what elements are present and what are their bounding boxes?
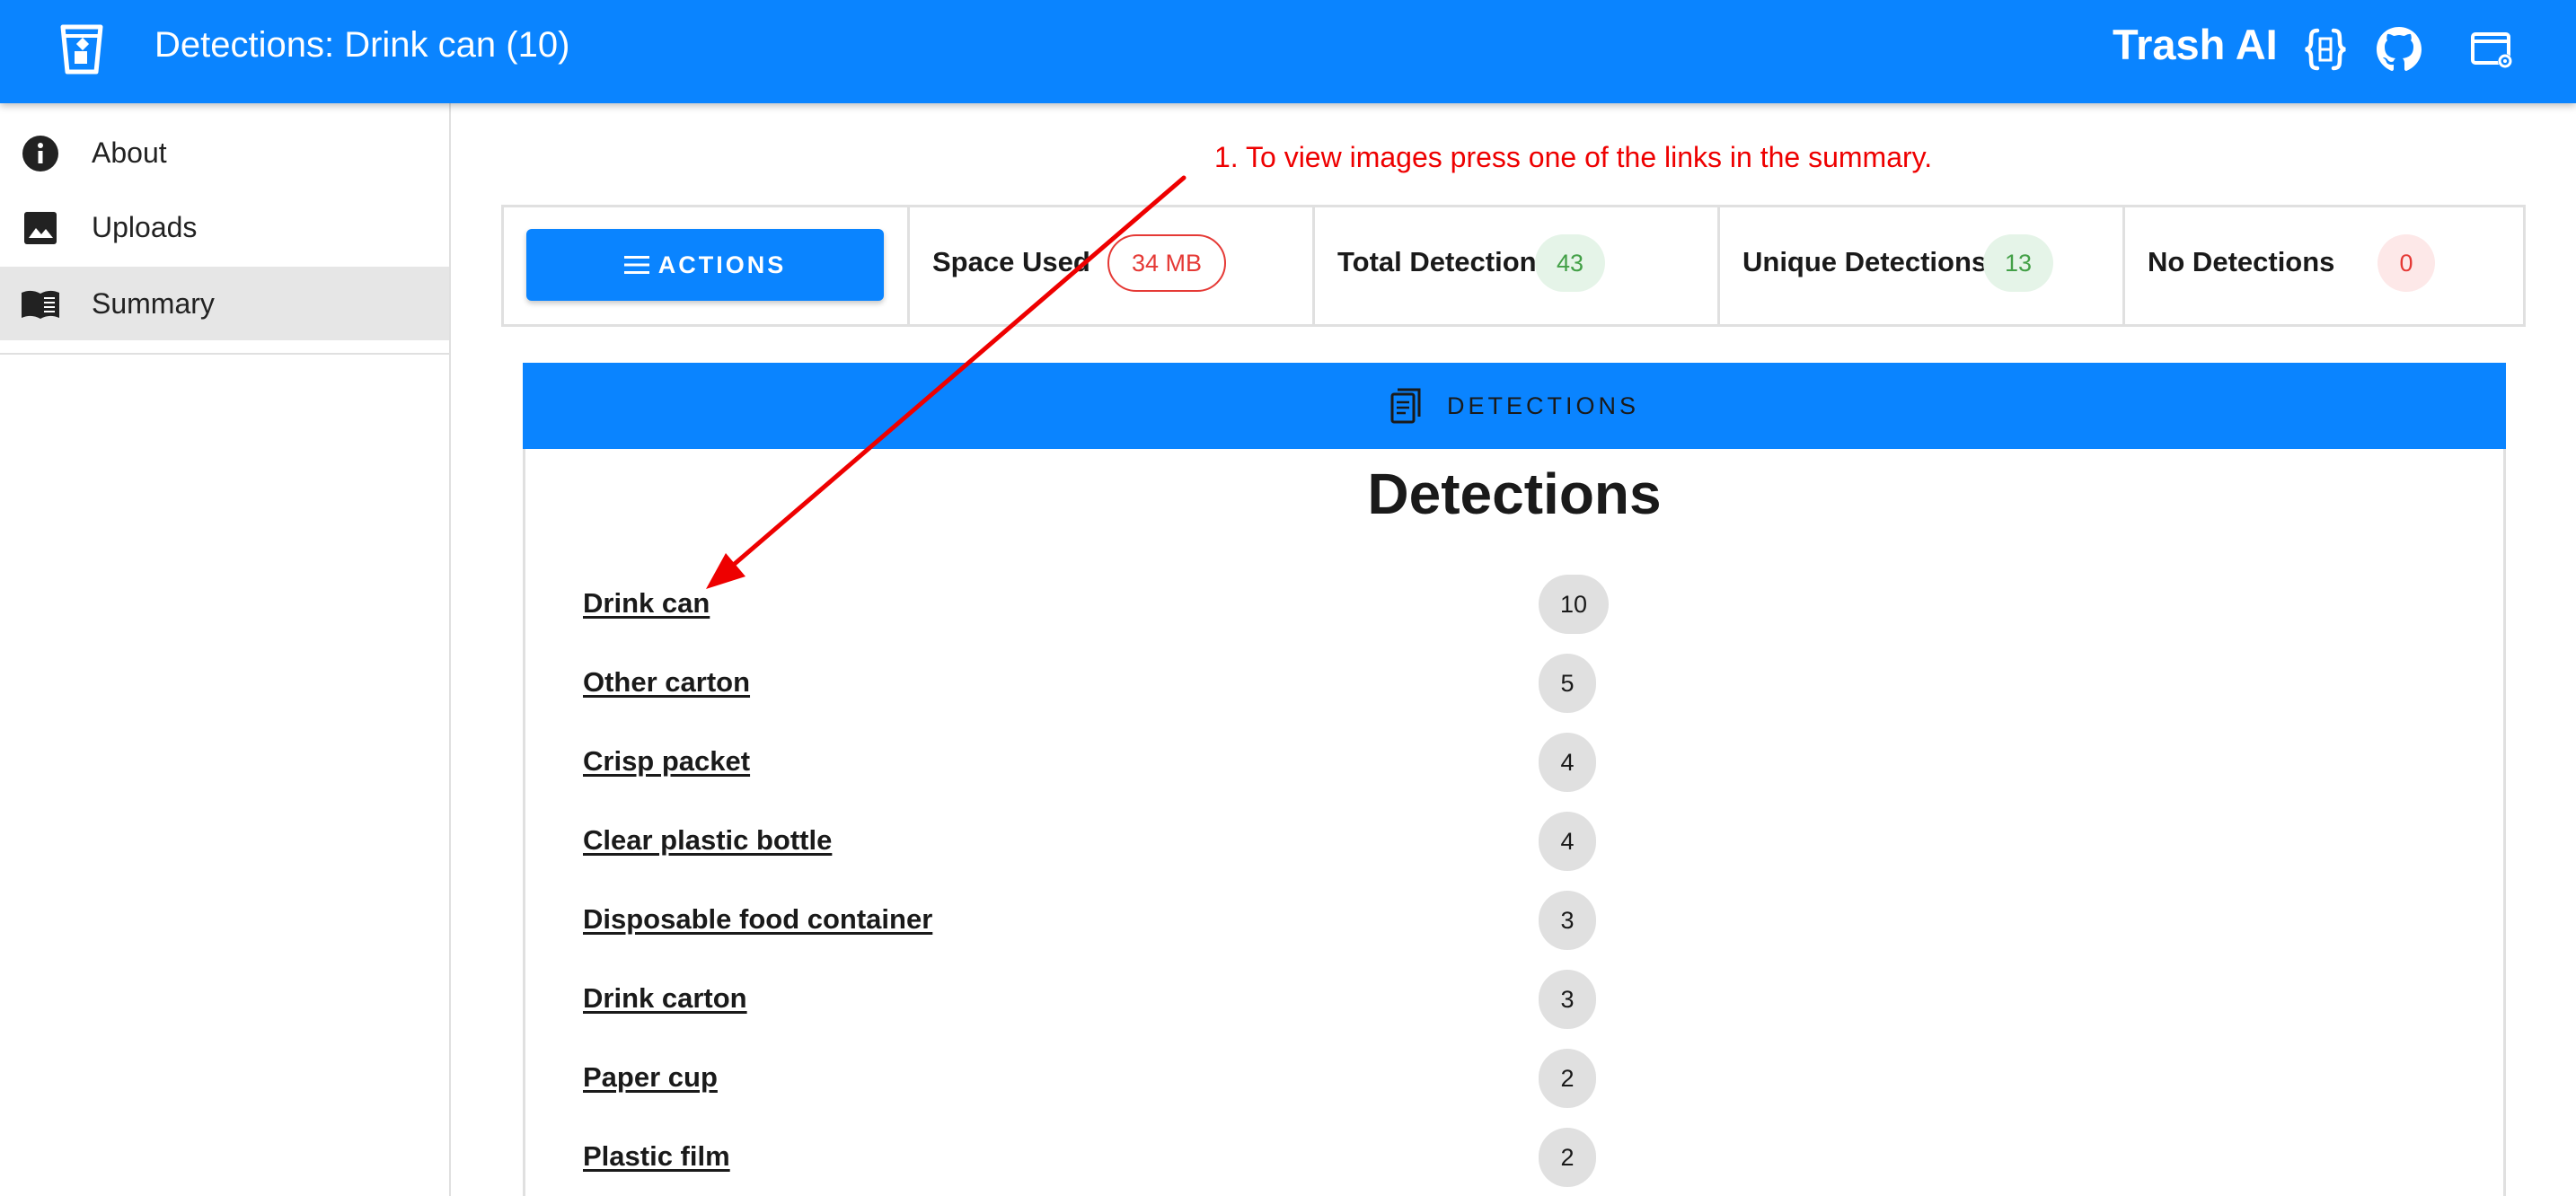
unique-detections-cell: Unique Detections 13 bbox=[1720, 207, 2125, 324]
brand-name: Trash AI bbox=[2113, 21, 2278, 68]
document-icon bbox=[1390, 388, 1421, 424]
actions-button[interactable]: ACTIONS bbox=[526, 229, 884, 301]
list-item: Drink carton 3 bbox=[525, 970, 2503, 1042]
total-detections-label: Total Detections bbox=[1337, 246, 1552, 277]
detections-header-label: DETECTIONS bbox=[1446, 391, 1639, 419]
detection-count-badge: 2 bbox=[1539, 1049, 1596, 1108]
space-used-badge: 34 MB bbox=[1107, 234, 1226, 292]
detection-link[interactable]: Other carton bbox=[583, 663, 750, 702]
detection-link[interactable]: Drink carton bbox=[583, 979, 747, 1018]
space-used-label: Space Used bbox=[932, 246, 1090, 277]
trash-bin-logo-icon[interactable] bbox=[56, 23, 108, 75]
list-item: Clear plastic bottle 4 bbox=[525, 812, 2503, 884]
detections-title: Detections bbox=[1367, 462, 1662, 526]
detection-link[interactable]: Clear plastic bottle bbox=[583, 821, 832, 860]
list-item: Plastic film 2 bbox=[525, 1128, 2503, 1196]
detection-count-badge: 10 bbox=[1539, 575, 1609, 634]
detection-link[interactable]: Crisp packet bbox=[583, 742, 750, 781]
sidebar-item-uploads[interactable]: Uploads bbox=[0, 190, 449, 264]
detection-count-badge: 4 bbox=[1539, 733, 1596, 792]
detection-count-badge: 5 bbox=[1539, 654, 1596, 713]
actions-label: ACTIONS bbox=[657, 251, 787, 278]
unique-detections-label: Unique Detections bbox=[1742, 246, 1988, 277]
no-detections-badge: 0 bbox=[2378, 234, 2435, 292]
app-bar: Detections: Drink can (10) Trash AI bbox=[0, 0, 2576, 103]
actions-cell: ACTIONS bbox=[504, 207, 910, 324]
menu-icon bbox=[623, 256, 649, 274]
unique-detections-badge: 13 bbox=[1983, 234, 2053, 292]
detection-count-badge: 2 bbox=[1539, 1128, 1596, 1187]
list-item: Disposable food container 3 bbox=[525, 891, 2503, 963]
total-detections-badge: 43 bbox=[1535, 234, 1605, 292]
detection-link[interactable]: Plastic film bbox=[583, 1137, 730, 1176]
detections-panel-header[interactable]: DETECTIONS bbox=[523, 363, 2506, 449]
actions-button-content: ACTIONS bbox=[526, 229, 884, 301]
browser-settings-icon[interactable] bbox=[2466, 23, 2518, 75]
sidebar: About Uploads Summary bbox=[0, 103, 451, 1196]
book-icon bbox=[22, 290, 59, 319]
api-braces-icon[interactable] bbox=[2299, 23, 2351, 75]
github-icon[interactable] bbox=[2373, 23, 2425, 75]
sidebar-item-summary[interactable]: Summary bbox=[0, 267, 449, 340]
space-used-cell: Space Used 34 MB bbox=[910, 207, 1315, 324]
total-detections-cell: Total Detections 43 bbox=[1315, 207, 1720, 324]
sidebar-divider bbox=[0, 353, 449, 355]
list-item: Crisp packet 4 bbox=[525, 733, 2503, 805]
sidebar-item-label: Uploads bbox=[92, 211, 198, 243]
page-title: Detections: Drink can (10) bbox=[154, 25, 570, 65]
list-item: Other carton 5 bbox=[525, 654, 2503, 726]
no-detections-cell: No Detections 0 bbox=[2125, 207, 2523, 324]
detections-panel: Detections Drink can 10 Other carton 5 C… bbox=[523, 449, 2506, 1196]
image-icon bbox=[24, 212, 57, 244]
detection-link[interactable]: Paper cup bbox=[583, 1058, 718, 1097]
sidebar-item-about[interactable]: About bbox=[0, 116, 449, 189]
detection-count-badge: 3 bbox=[1539, 970, 1596, 1029]
detection-link[interactable]: Drink can bbox=[583, 584, 710, 623]
sidebar-item-label: About bbox=[92, 136, 167, 169]
info-icon bbox=[22, 136, 58, 171]
annotation-text: 1. To view images press one of the links… bbox=[1214, 141, 1933, 173]
sidebar-item-label: Summary bbox=[92, 287, 215, 320]
list-item: Drink can 10 bbox=[525, 575, 2503, 646]
stats-row: ACTIONS Space Used 34 MB Total Detection… bbox=[501, 205, 2526, 327]
no-detections-label: No Detections bbox=[2148, 246, 2335, 277]
list-item: Paper cup 2 bbox=[525, 1049, 2503, 1121]
detection-count-badge: 4 bbox=[1539, 812, 1596, 871]
detection-count-badge: 3 bbox=[1539, 891, 1596, 950]
detection-link[interactable]: Disposable food container bbox=[583, 900, 932, 939]
